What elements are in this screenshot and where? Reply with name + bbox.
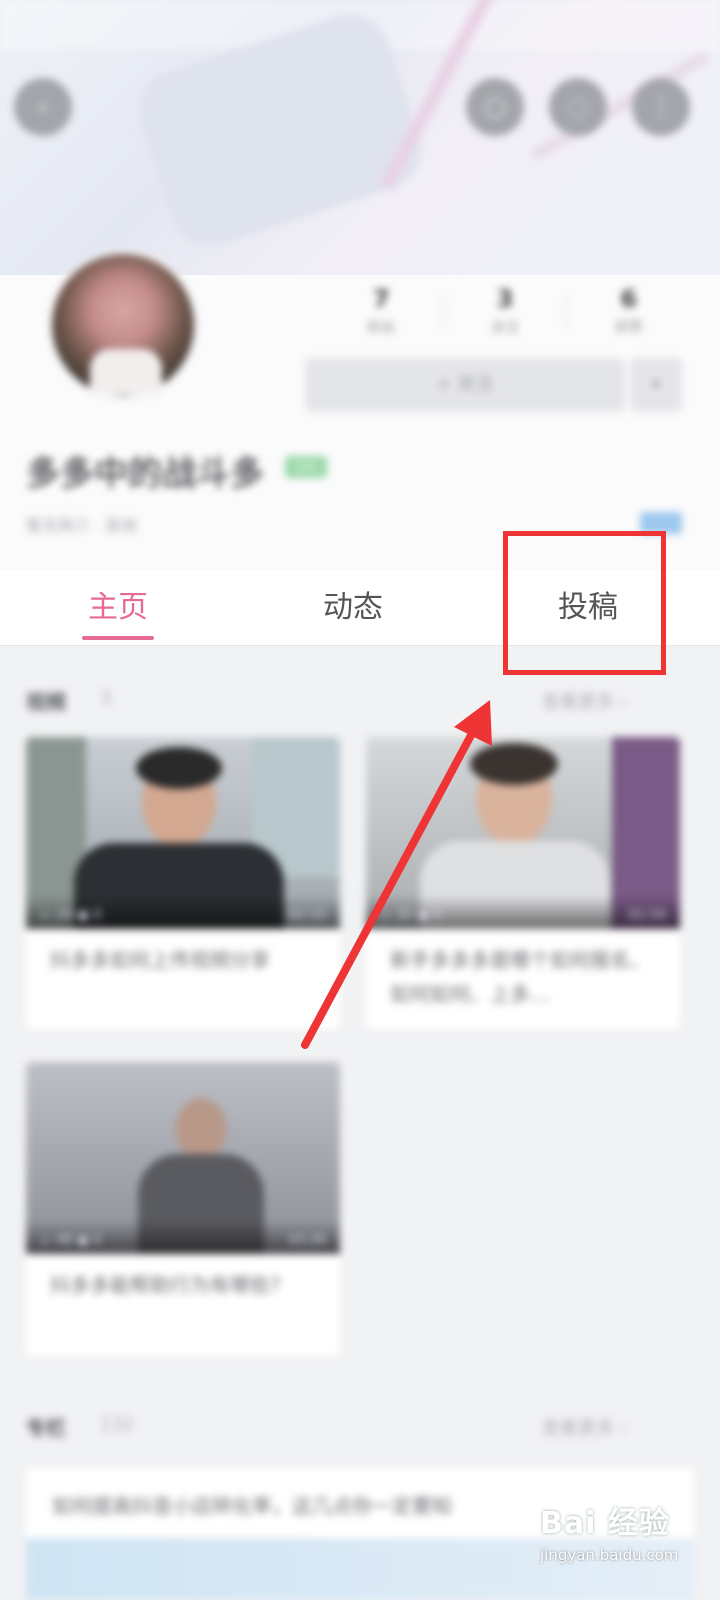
watermark-brand: Bai 经验	[540, 1506, 670, 1541]
annotation-arrow	[301, 700, 492, 1049]
watermark-url: jingyan.baidu.com	[540, 1546, 679, 1564]
watermark-logo: Bai 经验 jingyan.baidu.com	[540, 1488, 715, 1598]
